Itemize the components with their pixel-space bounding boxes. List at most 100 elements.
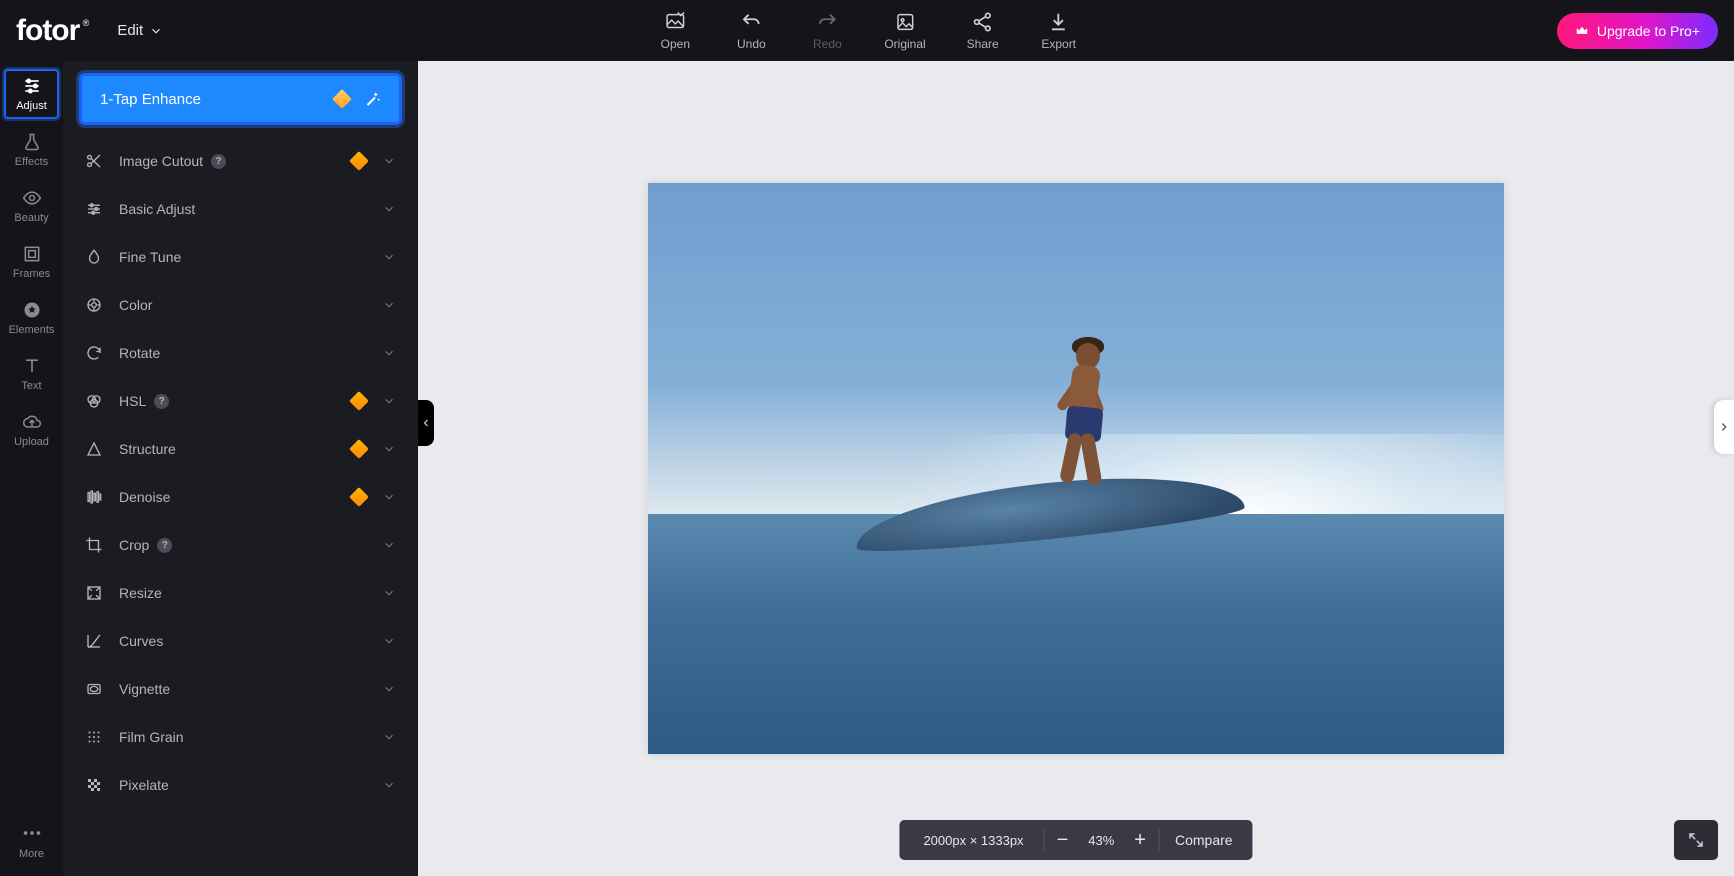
fit-to-screen-button[interactable]: [1674, 820, 1718, 860]
edit-menu[interactable]: Edit: [117, 22, 163, 39]
chevron-down-icon: [382, 538, 396, 552]
chevron-down-icon: [382, 682, 396, 696]
help-icon: ?: [211, 154, 226, 169]
frame-icon: [22, 244, 42, 264]
structure-icon: [85, 440, 103, 458]
upload-cloud-icon: [22, 412, 42, 432]
open-button[interactable]: Open: [656, 11, 694, 51]
row-fine-tune[interactable]: Fine Tune: [63, 233, 418, 281]
pixelate-icon: [85, 776, 103, 794]
row-curves[interactable]: Curves: [63, 617, 418, 665]
zoom-level: 43%: [1080, 833, 1122, 848]
diamond-icon: [332, 89, 352, 109]
row-structure[interactable]: Structure: [63, 425, 418, 473]
rotate-icon: [85, 344, 103, 362]
chevron-down-icon: [149, 24, 163, 38]
original-icon: [894, 11, 916, 33]
open-image-icon: [664, 11, 686, 33]
export-icon: [1048, 11, 1070, 33]
row-resize[interactable]: Resize: [63, 569, 418, 617]
compare-button[interactable]: Compare: [1159, 832, 1249, 848]
canvas[interactable]: 2000px × 1333px − 43% + Compare: [418, 61, 1734, 876]
row-film-grain[interactable]: Film Grain: [63, 713, 418, 761]
chevron-down-icon: [382, 346, 396, 360]
panel-collapse-handle[interactable]: [418, 400, 434, 446]
chevron-right-icon: [1717, 420, 1731, 434]
export-button[interactable]: Export: [1040, 11, 1078, 51]
row-hsl[interactable]: HSL?: [63, 377, 418, 425]
share-button[interactable]: Share: [964, 11, 1002, 51]
rail-elements[interactable]: Elements: [4, 293, 59, 343]
one-tap-enhance-button[interactable]: 1-Tap Enhance: [79, 73, 402, 125]
denoise-icon: [85, 488, 103, 506]
palette-icon: [85, 296, 103, 314]
droplet-icon: [85, 248, 103, 266]
chevron-left-icon: [420, 417, 432, 429]
diamond-icon: [349, 487, 369, 507]
more-dots-icon: [21, 822, 43, 844]
row-basic-adjust[interactable]: Basic Adjust: [63, 185, 418, 233]
undo-icon: [740, 11, 762, 33]
crown-icon: [1575, 24, 1589, 38]
row-rotate[interactable]: Rotate: [63, 329, 418, 377]
row-pixelate[interactable]: Pixelate: [63, 761, 418, 809]
upgrade-pro-button[interactable]: Upgrade to Pro+: [1557, 13, 1718, 49]
chevron-down-icon: [382, 586, 396, 600]
chevron-down-icon: [382, 730, 396, 744]
left-rail: Adjust Effects Beauty Frames Elements Te…: [0, 61, 63, 876]
rail-beauty[interactable]: Beauty: [4, 181, 59, 231]
row-vignette[interactable]: Vignette: [63, 665, 418, 713]
diamond-icon: [349, 391, 369, 411]
logo[interactable]: fotor®: [16, 14, 89, 48]
redo-button[interactable]: Redo: [808, 11, 846, 51]
redo-icon: [816, 11, 838, 33]
vignette-icon: [85, 680, 103, 698]
undo-button[interactable]: Undo: [732, 11, 770, 51]
row-crop[interactable]: Crop?: [63, 521, 418, 569]
crop-icon: [85, 536, 103, 554]
chevron-down-icon: [382, 394, 396, 408]
text-icon: [22, 356, 42, 376]
image-dimensions: 2000px × 1333px: [903, 833, 1043, 848]
expand-icon: [1687, 831, 1705, 849]
grain-icon: [85, 728, 103, 746]
rail-effects[interactable]: Effects: [4, 125, 59, 175]
sliders-icon: [22, 76, 42, 96]
adjust-panel: 1-Tap Enhance Image Cutout? Basic Adjust…: [63, 61, 418, 876]
rail-more[interactable]: More: [19, 822, 44, 860]
sliders-icon: [85, 200, 103, 218]
photo[interactable]: [648, 183, 1504, 754]
scissors-icon: [85, 152, 103, 170]
diamond-icon: [349, 439, 369, 459]
rail-frames[interactable]: Frames: [4, 237, 59, 287]
star-circle-icon: [22, 300, 42, 320]
curves-icon: [85, 632, 103, 650]
row-denoise[interactable]: Denoise: [63, 473, 418, 521]
hsl-icon: [85, 392, 103, 410]
chevron-down-icon: [382, 442, 396, 456]
right-panel-expand[interactable]: [1714, 400, 1734, 454]
chevron-down-icon: [382, 634, 396, 648]
eye-icon: [22, 188, 42, 208]
zoom-out-button[interactable]: −: [1045, 829, 1081, 852]
share-icon: [972, 11, 994, 33]
magic-wand-icon: [363, 90, 381, 108]
rail-upload[interactable]: Upload: [4, 405, 59, 455]
row-image-cutout[interactable]: Image Cutout?: [63, 137, 418, 185]
rail-text[interactable]: Text: [4, 349, 59, 399]
row-color[interactable]: Color: [63, 281, 418, 329]
resize-icon: [85, 584, 103, 602]
flask-icon: [22, 132, 42, 152]
original-button[interactable]: Original: [884, 11, 925, 51]
topbar: fotor® Edit Open Undo Redo Original Shar…: [0, 0, 1734, 61]
chevron-down-icon: [382, 298, 396, 312]
chevron-down-icon: [382, 490, 396, 504]
chevron-down-icon: [382, 154, 396, 168]
help-icon: ?: [157, 538, 172, 553]
chevron-down-icon: [382, 778, 396, 792]
zoom-in-button[interactable]: +: [1122, 829, 1158, 852]
diamond-icon: [349, 151, 369, 171]
help-icon: ?: [154, 394, 169, 409]
chevron-down-icon: [382, 250, 396, 264]
rail-adjust[interactable]: Adjust: [4, 69, 59, 119]
